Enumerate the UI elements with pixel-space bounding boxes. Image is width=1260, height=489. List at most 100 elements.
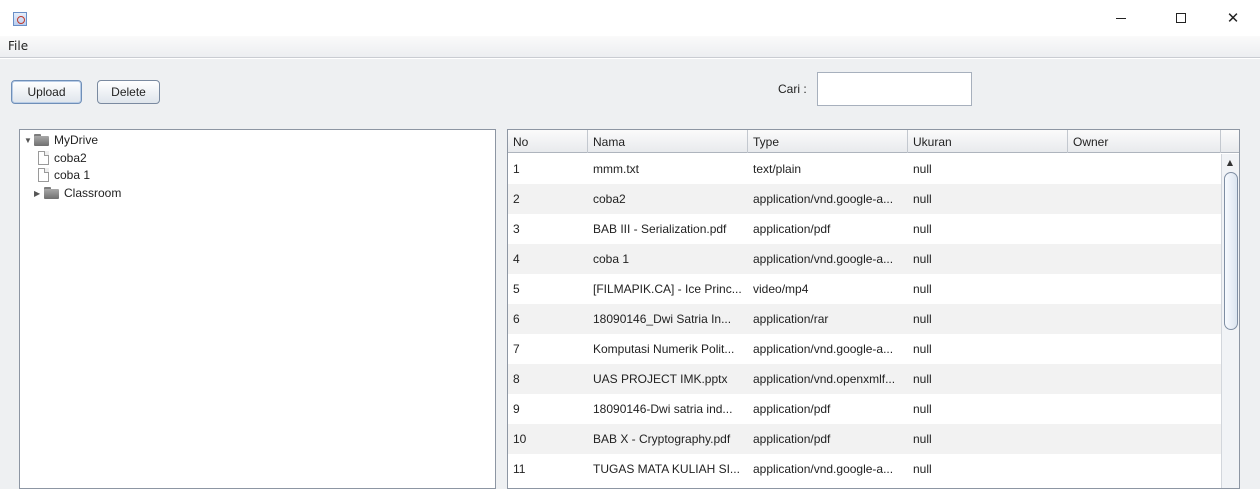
cell-no: 8 bbox=[513, 372, 520, 386]
folder-icon bbox=[44, 187, 60, 199]
scroll-up-icon[interactable]: ▲ bbox=[1225, 157, 1235, 167]
cell-ukuran: null bbox=[913, 402, 932, 416]
cell-no: 3 bbox=[513, 222, 520, 236]
cell-ukuran: null bbox=[913, 372, 932, 386]
cell-no: 1 bbox=[513, 162, 520, 176]
cell-nama: coba2 bbox=[593, 192, 626, 206]
column-header-type[interactable]: Type bbox=[748, 130, 908, 153]
upload-button[interactable]: Upload bbox=[11, 80, 82, 104]
minimize-icon bbox=[1116, 17, 1126, 19]
cell-owner bbox=[1068, 394, 1221, 424]
cell-no: 5 bbox=[513, 282, 520, 296]
scroll-thumb[interactable] bbox=[1224, 172, 1238, 330]
maximize-button[interactable] bbox=[1158, 0, 1204, 36]
cell-type: application/vnd.google-a... bbox=[753, 462, 894, 476]
cell-ukuran: null bbox=[913, 252, 932, 266]
cell-ukuran: null bbox=[913, 282, 932, 296]
cell-ukuran: null bbox=[913, 162, 932, 176]
search-label: Cari : bbox=[778, 82, 807, 96]
cell-owner bbox=[1068, 214, 1221, 244]
column-header-no[interactable]: No bbox=[508, 130, 588, 153]
cell-owner bbox=[1068, 334, 1221, 364]
table-row[interactable]: 4 coba 1 application/vnd.google-a... nul… bbox=[508, 244, 1221, 274]
tree-node-label: coba2 bbox=[54, 151, 87, 165]
tree-node-label: coba 1 bbox=[54, 168, 91, 182]
cell-no: 10 bbox=[513, 432, 527, 446]
cell-nama: mmm.txt bbox=[593, 162, 639, 176]
column-header-nama[interactable]: Nama bbox=[588, 130, 748, 153]
cell-owner bbox=[1068, 184, 1221, 214]
table-row[interactable]: 1 mmm.txt text/plain null bbox=[508, 154, 1221, 184]
table-vertical-scrollbar[interactable]: ▲ bbox=[1221, 154, 1239, 488]
cell-owner bbox=[1068, 424, 1221, 454]
table-row[interactable]: 5 [FILMAPIK.CA] - Ice Princ... video/mp4… bbox=[508, 274, 1221, 304]
table-row[interactable]: 2 coba2 application/vnd.google-a... null bbox=[508, 184, 1221, 214]
cell-no: 11 bbox=[513, 462, 526, 476]
cell-type: application/rar bbox=[753, 312, 829, 326]
cell-type: text/plain bbox=[753, 162, 802, 176]
collapsed-triangle-icon[interactable]: ▶ bbox=[34, 189, 44, 198]
folder-icon bbox=[34, 134, 50, 146]
table-row[interactable]: 9 18090146-Dwi satria ind... application… bbox=[508, 394, 1221, 424]
close-button[interactable]: ✕ bbox=[1210, 0, 1256, 36]
minimize-button[interactable] bbox=[1098, 0, 1144, 36]
column-header-owner[interactable]: Owner bbox=[1068, 130, 1221, 153]
table-header: No Nama Type Ukuran Owner bbox=[508, 130, 1239, 153]
cell-ukuran: null bbox=[913, 222, 932, 236]
drive-tree[interactable]: ▼ MyDrive coba2 coba 1 ▶ Classroom bbox=[19, 129, 496, 489]
table-row[interactable]: 7 Komputasi Numerik Polit... application… bbox=[508, 334, 1221, 364]
cell-owner bbox=[1068, 244, 1221, 274]
table-row[interactable]: 10 BAB X - Cryptography.pdf application/… bbox=[508, 424, 1221, 454]
cell-type: application/pdf bbox=[753, 432, 831, 446]
search-input[interactable] bbox=[817, 72, 972, 106]
cell-type: application/vnd.google-a... bbox=[753, 192, 894, 206]
cell-ukuran: null bbox=[913, 342, 932, 356]
table-row[interactable]: 3 BAB III - Serialization.pdf applicatio… bbox=[508, 214, 1221, 244]
cell-nama: BAB III - Serialization.pdf bbox=[593, 222, 727, 236]
close-icon: ✕ bbox=[1226, 9, 1240, 27]
cell-type: application/pdf bbox=[753, 402, 831, 416]
tree-node-root[interactable]: ▼ MyDrive bbox=[24, 132, 98, 148]
expanded-triangle-icon[interactable]: ▼ bbox=[24, 136, 34, 145]
main-panel: Upload Delete Cari : ▼ MyDrive coba2 cob… bbox=[0, 59, 1260, 489]
cell-type: application/pdf bbox=[753, 222, 831, 236]
tree-node-label: MyDrive bbox=[54, 133, 98, 147]
cell-nama: 18090146_Dwi Satria In... bbox=[593, 312, 732, 326]
cell-no: 9 bbox=[513, 402, 520, 416]
delete-button[interactable]: Delete bbox=[97, 80, 160, 104]
cell-type: video/mp4 bbox=[753, 282, 809, 296]
column-header-ukuran[interactable]: Ukuran bbox=[908, 130, 1068, 153]
cell-owner bbox=[1068, 304, 1221, 334]
cell-owner bbox=[1068, 274, 1221, 304]
cell-ukuran: null bbox=[913, 432, 932, 446]
cell-type: application/vnd.openxmlf... bbox=[753, 372, 896, 386]
table-row[interactable]: 8 UAS PROJECT IMK.pptx application/vnd.o… bbox=[508, 364, 1221, 394]
table-row[interactable]: 6 18090146_Dwi Satria In... application/… bbox=[508, 304, 1221, 334]
cell-no: 4 bbox=[513, 252, 520, 266]
cell-nama: Komputasi Numerik Polit... bbox=[593, 342, 735, 356]
cell-ukuran: null bbox=[913, 462, 932, 476]
cell-ukuran: null bbox=[913, 192, 932, 206]
cell-no: 2 bbox=[513, 192, 520, 206]
cell-owner bbox=[1068, 454, 1221, 484]
cell-type: application/vnd.google-a... bbox=[753, 342, 894, 356]
cell-nama: UAS PROJECT IMK.pptx bbox=[593, 372, 728, 386]
tree-node-file[interactable]: coba2 bbox=[38, 150, 87, 166]
title-bar: ✕ bbox=[0, 0, 1260, 36]
maximize-icon bbox=[1176, 13, 1186, 23]
cell-no: 7 bbox=[513, 342, 520, 356]
table-body: 1 mmm.txt text/plain null 2 coba2 applic… bbox=[508, 154, 1221, 488]
file-icon bbox=[38, 168, 49, 182]
tree-node-label: Classroom bbox=[64, 186, 122, 200]
cell-nama: 18090146-Dwi satria ind... bbox=[593, 402, 733, 416]
menu-file[interactable]: File bbox=[8, 39, 28, 53]
cell-nama: [FILMAPIK.CA] - Ice Princ... bbox=[593, 282, 742, 296]
tree-node-file[interactable]: coba 1 bbox=[38, 167, 90, 183]
table-row[interactable]: 11 TUGAS MATA KULIAH SI... application/v… bbox=[508, 454, 1221, 484]
tree-node-folder[interactable]: ▶ Classroom bbox=[34, 185, 121, 201]
cell-nama: coba 1 bbox=[593, 252, 630, 266]
cell-ukuran: null bbox=[913, 312, 932, 326]
cell-owner bbox=[1068, 364, 1221, 394]
files-table: No Nama Type Ukuran Owner 1 mmm.txt text… bbox=[507, 129, 1240, 489]
cell-no: 6 bbox=[513, 312, 520, 326]
